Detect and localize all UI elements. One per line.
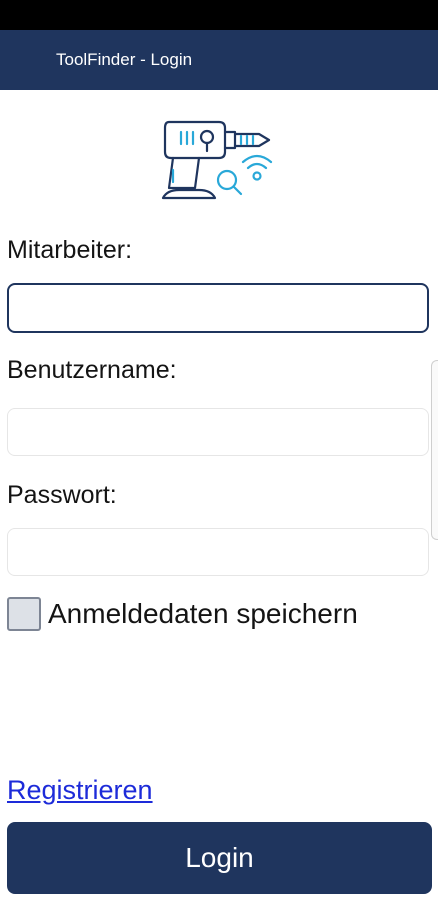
password-label: Passwort: <box>7 481 117 509</box>
login-button[interactable]: Login <box>7 822 432 894</box>
username-input[interactable] <box>7 408 429 456</box>
password-input[interactable] <box>7 528 429 576</box>
register-link[interactable]: Registrieren <box>7 775 153 806</box>
remember-credentials-checkbox[interactable] <box>7 597 41 631</box>
username-label: Benutzername: <box>7 356 177 384</box>
scrollbar-handle[interactable] <box>431 360 438 540</box>
remember-credentials-label[interactable]: Anmeldedaten speichern <box>48 598 358 630</box>
app-title: ToolFinder - Login <box>56 50 193 69</box>
status-bar <box>0 0 438 30</box>
employee-label: Mitarbeiter: <box>7 236 133 264</box>
app-bar: ToolFinder - Login <box>0 30 438 90</box>
drill-search-wifi-icon <box>161 120 273 200</box>
employee-input[interactable] <box>7 283 429 333</box>
